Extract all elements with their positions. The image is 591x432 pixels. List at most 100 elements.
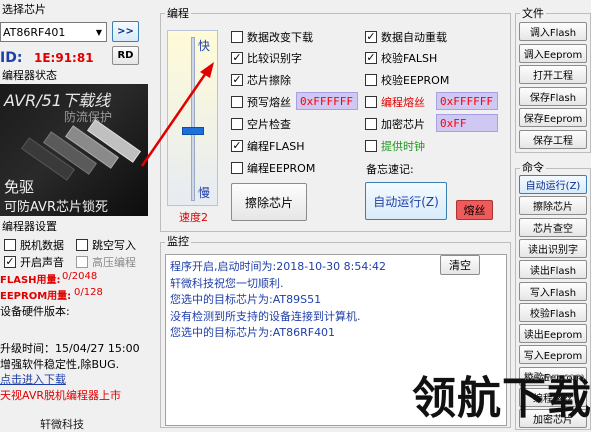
program-flash-box[interactable]: ✓ — [231, 140, 243, 152]
eeprom-usage-label: EEPROM用量: — [0, 291, 72, 302]
provide-clock-label: 提供时钟 — [381, 140, 425, 153]
command-button-2[interactable]: 芯片查空 — [519, 217, 587, 237]
offline-data-box[interactable] — [4, 239, 16, 251]
command-button-5[interactable]: 写入Flash — [519, 281, 587, 301]
program-eeprom-box[interactable] — [231, 162, 243, 174]
hv-program-label: 高压编程 — [92, 256, 136, 269]
encrypt-chip-box[interactable] — [365, 118, 377, 130]
product-image-line3: 免驱 — [4, 178, 35, 196]
log-line: 轩微科技祝您一切顺利. — [170, 276, 284, 290]
flash-usage-value: 0/2048 — [62, 271, 98, 282]
encrypt-chip-label: 加密芯片 — [381, 118, 425, 131]
file-button-4[interactable]: 保存Eeprom — [519, 108, 587, 127]
blank-check-box[interactable] — [231, 118, 243, 130]
command-button-8[interactable]: 写入Eeprom — [519, 345, 587, 365]
sound-box[interactable]: ✓ — [4, 256, 16, 268]
verify-flash-checkbox[interactable]: ✓ 校验FALSH — [365, 50, 437, 66]
auto-reload-checkbox[interactable]: ✓ 数据自动重载 — [365, 29, 447, 45]
jump-write-label: 跳空写入 — [92, 239, 136, 252]
prewrite-fuse-checkbox[interactable]: 预写熔丝 — [231, 94, 291, 110]
command-title: 命令 — [520, 161, 546, 174]
command-button-4[interactable]: 读出Flash — [519, 260, 587, 280]
chip-id-label: ID: — [0, 50, 23, 66]
memo-label: 备忘速记: — [366, 163, 414, 176]
chip-id-value: 1E:91:81 — [34, 51, 94, 65]
sound-label: 开启声音 — [20, 256, 64, 269]
prewrite-fuse-box[interactable] — [231, 96, 243, 108]
change-reload-box[interactable] — [231, 31, 243, 43]
chip-erase-checkbox[interactable]: ✓ 芯片擦除 — [231, 72, 291, 88]
program-eeprom-checkbox[interactable]: 编程EEPROM — [231, 160, 315, 176]
file-button-2[interactable]: 打开工程 — [519, 65, 587, 84]
lock-value-field[interactable]: 0xFF — [436, 114, 498, 132]
auto-run-button[interactable]: 自动运行(Z) — [365, 182, 447, 220]
fuse-value-field[interactable]: 0xFFFFFF — [436, 92, 498, 110]
file-button-0[interactable]: 调入Flash — [519, 22, 587, 41]
chevron-down-icon: ▼ — [95, 27, 103, 37]
verify-eeprom-label: 校验EEPROM — [381, 74, 450, 87]
command-button-7[interactable]: 读出Eeprom — [519, 324, 587, 344]
program-fuse-label: 编程熔丝 — [381, 96, 425, 109]
hv-program-checkbox[interactable]: 高压编程 — [76, 254, 136, 270]
verify-id-checkbox[interactable]: ✓ 比较识别字 — [231, 50, 302, 66]
chip-erase-label: 芯片擦除 — [247, 74, 291, 87]
auto-reload-label: 数据自动重载 — [381, 31, 447, 44]
programmer-settings-title: 编程器设置 — [0, 220, 59, 233]
hw-version-label: 设备硬件版本: — [0, 305, 70, 318]
offline-data-label: 脱机数据 — [20, 239, 64, 252]
annotation-arrow-icon — [140, 62, 214, 167]
program-title: 编程 — [165, 7, 191, 20]
upgrade-time: 升级时间：15/04/27 15:00 — [0, 342, 140, 355]
jump-write-checkbox[interactable]: 跳空写入 — [76, 237, 136, 253]
eeprom-usage-value: 0/128 — [74, 287, 103, 298]
command-button-0[interactable]: 自动运行(Z) — [519, 175, 587, 194]
auto-reload-box[interactable]: ✓ — [365, 31, 377, 43]
blank-check-checkbox[interactable]: 空片检查 — [231, 116, 291, 132]
encrypt-chip-checkbox[interactable]: 加密芯片 — [365, 116, 425, 132]
file-button-5[interactable]: 保存工程 — [519, 129, 587, 149]
jump-write-box[interactable] — [76, 239, 88, 251]
watermark-url: lhdown.com — [524, 372, 585, 383]
sound-checkbox[interactable]: ✓ 开启声音 — [4, 254, 64, 270]
upgrade-desc: 增强软件稳定性,除BUG. — [0, 358, 120, 371]
erase-chip-button[interactable]: 擦除芯片 — [231, 183, 307, 221]
program-flash-checkbox[interactable]: ✓ 编程FLASH — [231, 138, 305, 154]
program-flash-label: 编程FLASH — [247, 140, 305, 153]
command-button-3[interactable]: 读出识别字 — [519, 238, 587, 258]
chip-select-dropdown[interactable]: AT86RF401 ▼ — [0, 22, 107, 42]
ad-text: 天视AVR脱机编程器上市 — [0, 389, 121, 402]
flash-usage-label: FLASH用量: — [0, 275, 61, 286]
verify-id-box[interactable]: ✓ — [231, 52, 243, 64]
chip-select-title: 选择芯片 — [0, 3, 48, 16]
offline-data-checkbox[interactable]: 脱机数据 — [4, 237, 64, 253]
prewrite-fuse-value-field[interactable]: 0xFFFFFF — [296, 92, 358, 110]
file-button-3[interactable]: 保存Flash — [519, 86, 587, 106]
download-link[interactable]: 点击进入下载 — [0, 371, 66, 387]
verify-eeprom-checkbox[interactable]: 校验EEPROM — [365, 72, 449, 88]
file-title: 文件 — [520, 7, 546, 20]
command-button-6[interactable]: 校验Flash — [519, 302, 587, 322]
change-reload-label: 数据改变下载 — [247, 31, 313, 44]
hv-program-box[interactable] — [76, 256, 88, 268]
provide-clock-box[interactable] — [365, 140, 377, 152]
verify-flash-box[interactable]: ✓ — [365, 52, 377, 64]
file-button-1[interactable]: 调入Eeprom — [519, 43, 587, 63]
program-eeprom-label: 编程EEPROM — [247, 162, 316, 175]
clear-log-button[interactable]: 清空 — [440, 255, 480, 275]
command-button-1[interactable]: 擦除芯片 — [519, 196, 587, 216]
log-line: 您选中的目标芯片为:AT86RF401 — [170, 326, 336, 339]
verify-flash-label: 校验FALSH — [381, 52, 438, 65]
program-fuse-box[interactable] — [365, 96, 377, 108]
chip-erase-box[interactable]: ✓ — [231, 74, 243, 86]
change-reload-checkbox[interactable]: 数据改变下载 — [231, 29, 313, 45]
provide-clock-checkbox[interactable]: 提供时钟 — [365, 138, 425, 154]
chip-select-arrow-button[interactable]: >> — [112, 21, 139, 42]
program-fuse-checkbox[interactable]: 编程熔丝 — [365, 94, 425, 110]
product-image-line4: 可防AVR芯片锁死 — [4, 200, 108, 215]
chip-select-value: AT86RF401 — [3, 25, 66, 39]
log-line: 没有检测到所支持的设备连接到计算机. — [170, 309, 361, 323]
verify-id-label: 比较识别字 — [247, 52, 302, 65]
verify-eeprom-box[interactable] — [365, 74, 377, 86]
read-id-button[interactable]: RD — [112, 46, 139, 65]
fuse-button[interactable]: 熔丝 — [456, 200, 493, 220]
